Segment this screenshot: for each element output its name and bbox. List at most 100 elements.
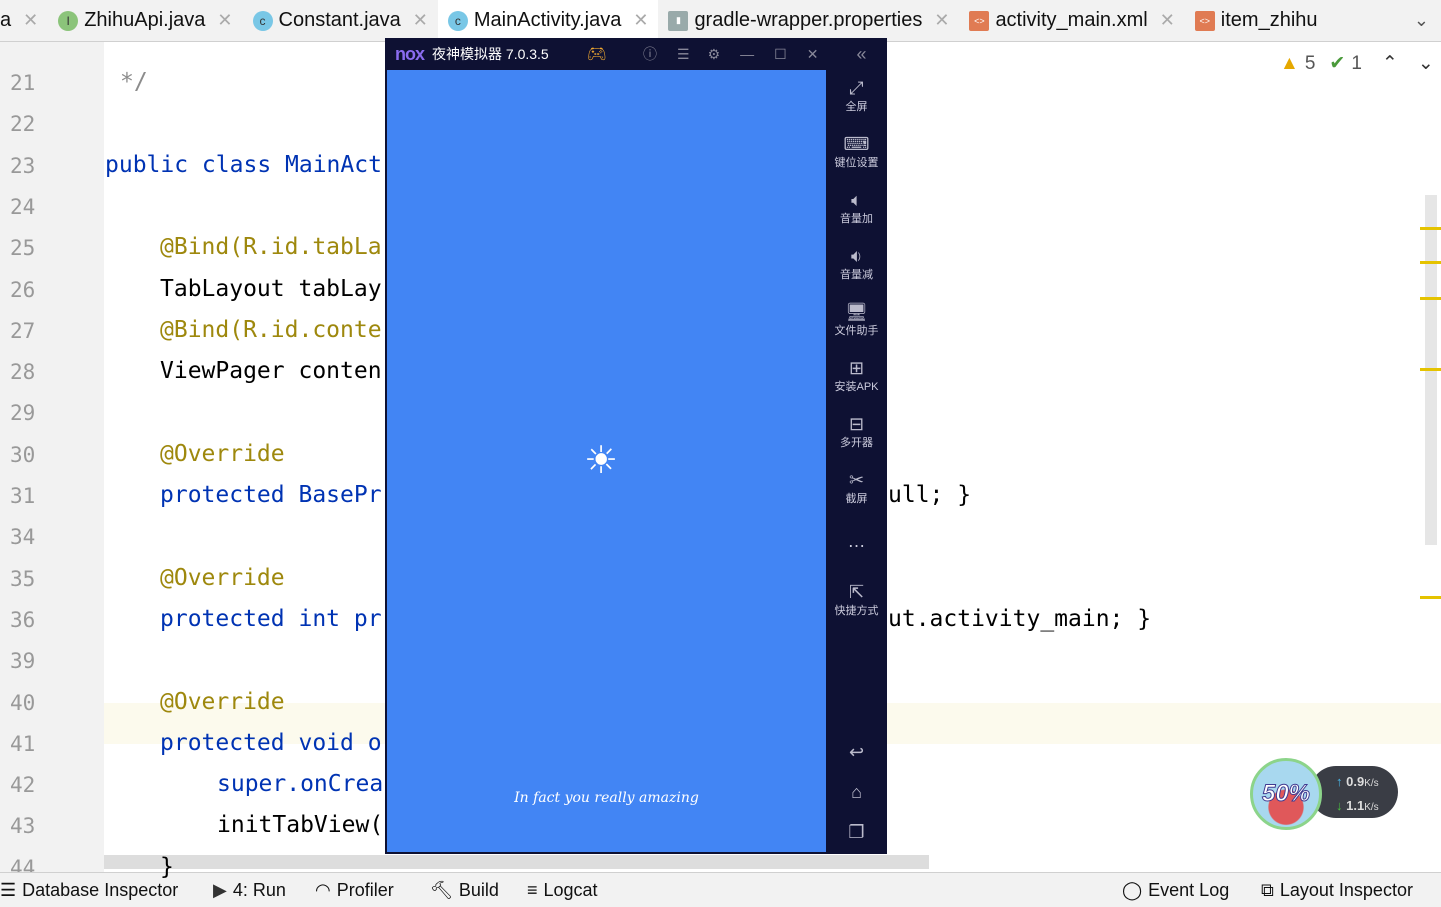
label: Build (458, 879, 499, 900)
collapse-sidebar-icon[interactable]: « (856, 44, 866, 65)
code-line[interactable]: @Override (160, 689, 385, 715)
line-number: 40 (10, 690, 36, 715)
profiler-button[interactable]: ◠ Profiler (315, 880, 394, 901)
line-number: 31 (10, 484, 36, 508)
label: Logcat (543, 879, 598, 900)
code-line[interactable]: @Bind(R.id.tabLa (160, 234, 385, 260)
multi-instance-icon: ⊟ (848, 414, 865, 434)
code-line[interactable]: protected BasePr (160, 482, 385, 508)
code-line[interactable]: protected void o (160, 730, 385, 756)
minimize-icon[interactable]: — (740, 46, 754, 62)
tab-label: MainActivity.java (473, 9, 622, 31)
emulator-title: 夜神模拟器 7.0.3.5 (432, 46, 549, 62)
chevron-down-icon[interactable]: ⌄ (1418, 52, 1434, 75)
xml-icon: <> (969, 10, 990, 31)
help-icon[interactable]: ⓘ (643, 44, 657, 64)
chevron-up-icon[interactable]: ⌃ (1382, 52, 1398, 75)
sidebar-button-more[interactable]: … (826, 526, 887, 556)
shortcut-icon: ⇱ (848, 582, 865, 602)
percent-label: 50% (1261, 780, 1311, 808)
sidebar-button-fullscreen[interactable]: ⤢ 全屏 (826, 78, 887, 114)
home-icon[interactable]: ⌂ (826, 782, 887, 803)
sidebar-label: 音量减 (840, 269, 873, 281)
close-icon[interactable]: ✕ (633, 10, 648, 31)
close-icon[interactable]: ✕ (217, 10, 232, 31)
sidebar-button-install-apk[interactable]: ⊞ 安装APK (826, 358, 887, 394)
tab-zhihuapi[interactable]: I ZhihuApi.java ✕ (48, 0, 242, 41)
code-line[interactable]: */ (120, 69, 385, 95)
code-line[interactable]: initTabView( (217, 812, 385, 838)
layout-inspector-button[interactable]: ⧉ Layout Inspector (1261, 880, 1413, 901)
sidebar-button-scissors[interactable]: ✂ 截屏 (826, 470, 887, 506)
code-line[interactable]: TabLayout tabLay (160, 276, 385, 302)
recents-icon[interactable]: ❐ (826, 822, 887, 843)
line-number: 36 (10, 607, 36, 632)
close-icon[interactable]: ✕ (1160, 10, 1175, 31)
close-icon[interactable]: ✕ (413, 10, 428, 31)
nox-emulator-window: nox 夜神模拟器 7.0.3.5 🎮︎ ⓘ ☰ ⚙ — ☐ ✕ « ☀ In … (385, 38, 887, 854)
code-line[interactable]: protected int pr (160, 606, 385, 632)
code-line[interactable]: super.onCrea (217, 771, 385, 797)
code-line[interactable]: @Override (160, 565, 385, 591)
sidebar-button-multi-instance[interactable]: ⊟ 多开器 (826, 414, 887, 450)
logcat-icon: ≡ (527, 879, 538, 900)
label: 4: Run (232, 879, 286, 900)
code-line-right[interactable]: ut.activity_main; } (888, 606, 1151, 632)
label: Event Log (1148, 879, 1230, 900)
gamepad-icon[interactable]: 🎮︎ (587, 44, 607, 64)
emulator-screen[interactable]: ☀ In fact you really amazing (387, 70, 826, 852)
tab-label: activity_main.xml (995, 9, 1148, 31)
line-number: 21 (10, 71, 36, 95)
sidebar-button-file-helper[interactable]: 🖥︎ 文件助手 (826, 302, 887, 338)
file-helper-icon: 🖥︎ (845, 302, 868, 322)
emulator-title-bar[interactable]: nox 夜神模拟器 7.0.3.5 🎮︎ ⓘ ☰ ⚙ — ☐ ✕ « (385, 38, 887, 70)
tab-item-zhihu[interactable]: <> item_zhihu (1185, 0, 1328, 41)
code-line[interactable]: @Override (160, 441, 385, 467)
run-button[interactable]: ▶ 4: Run (213, 880, 286, 901)
code-line[interactable]: } (160, 854, 385, 880)
menu-icon[interactable]: ☰ (677, 46, 690, 63)
line-number: 23 (10, 153, 36, 178)
logcat-button[interactable]: ≡ Logcat (527, 880, 598, 901)
tab-gradle-wrapper[interactable]: ▮ gradle-wrapper.properties ✕ (658, 0, 959, 41)
maximize-icon[interactable]: ☐ (774, 46, 787, 63)
line-number: 34 (10, 525, 36, 550)
sidebar-label: 快捷方式 (834, 605, 879, 617)
sidebar-button-volume-down[interactable]: 🔉︎ 音量减 (826, 246, 887, 282)
event-log-icon: ◯ (1122, 879, 1143, 900)
line-number: 27 (10, 318, 36, 343)
sidebar-button-shortcut[interactable]: ⇱ 快捷方式 (826, 582, 887, 618)
chevron-down-icon[interactable]: ⌄ (1414, 10, 1429, 31)
line-number: 24 (10, 194, 36, 219)
event-log-button[interactable]: ◯ Event Log (1122, 880, 1229, 901)
code-line[interactable]: ViewPager conten (160, 358, 385, 384)
close-icon[interactable]: ✕ (23, 10, 38, 31)
code-line[interactable]: public class MainAct (105, 152, 385, 178)
code-line[interactable]: @Bind(R.id.conte (160, 317, 385, 343)
database-inspector-button[interactable]: ☰ Database Inspector (0, 880, 178, 901)
tab-constant[interactable]: c Constant.java ✕ (243, 0, 438, 41)
tab-label: ZhihuApi.java (84, 9, 206, 31)
line-number: 26 (10, 277, 36, 302)
tab-mainactivity[interactable]: c MainActivity.java ✕ (437, 0, 659, 41)
sidebar-label: 截屏 (845, 493, 868, 505)
build-button[interactable]: 🔨︎ Build (430, 880, 499, 901)
sidebar-label: 多开器 (840, 437, 873, 449)
code-line-right[interactable]: ull; } (888, 482, 971, 508)
class-icon: c (447, 10, 468, 31)
sidebar-label: 文件助手 (834, 325, 879, 337)
tab-partial[interactable]: a ✕ (0, 0, 48, 41)
tab-label: Constant.java (278, 9, 401, 31)
close-icon[interactable]: ✕ (807, 46, 819, 63)
gear-icon[interactable]: ⚙ (708, 46, 721, 63)
close-icon[interactable]: ✕ (934, 10, 949, 31)
line-number: 30 (10, 442, 36, 467)
sidebar-button-keyboard[interactable]: ⌨ 键位设置 (826, 134, 887, 170)
sidebar-label: 安装APK (834, 381, 879, 393)
sidebar-button-volume-up[interactable]: 🔈︎ 音量加 (826, 190, 887, 226)
tab-activity-main[interactable]: <> activity_main.xml ✕ (959, 0, 1184, 41)
tab-label: a (0, 9, 12, 31)
back-icon[interactable]: ↩ (826, 742, 887, 763)
class-icon: c (252, 10, 273, 31)
inspection-widget[interactable]: ▲ 5 ✔ 1 ⌃ ⌄ (1280, 52, 1434, 75)
